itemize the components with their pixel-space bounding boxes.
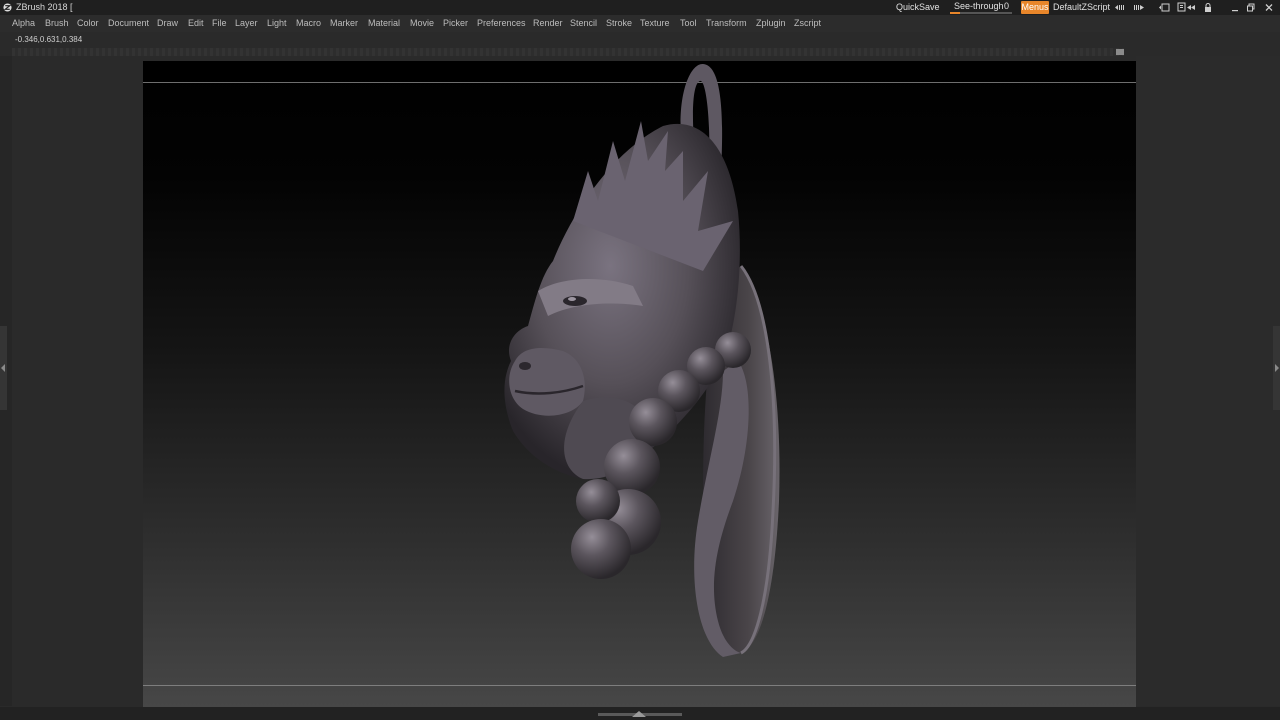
gorilla-sculpt-model[interactable] bbox=[143, 61, 1136, 707]
title-bar: ZBrush 2018 [ QuickSave See-through 0 Me… bbox=[0, 0, 1280, 15]
menu-texture[interactable]: Texture bbox=[640, 15, 670, 32]
menu-brush[interactable]: Brush bbox=[45, 15, 69, 32]
menu-transform[interactable]: Transform bbox=[706, 15, 747, 32]
menu-draw[interactable]: Draw bbox=[157, 15, 178, 32]
zbrush-window: ZBrush 2018 [ QuickSave See-through 0 Me… bbox=[0, 0, 1280, 720]
see-through-slider[interactable]: See-through 0 bbox=[950, 1, 1014, 14]
shelf-handle[interactable] bbox=[1116, 49, 1124, 55]
menus-toggle-button[interactable]: Menus bbox=[1021, 1, 1049, 14]
arrow-right-icon[interactable] bbox=[1133, 2, 1145, 13]
coordinates-bar: -0.346,0.631,0.384 bbox=[0, 32, 1280, 47]
menu-marker[interactable]: Marker bbox=[330, 15, 358, 32]
menu-render[interactable]: Render bbox=[533, 15, 563, 32]
lock-icon[interactable] bbox=[1202, 2, 1214, 13]
menu-zplugin[interactable]: Zplugin bbox=[756, 15, 786, 32]
chevron-left-icon bbox=[1, 364, 5, 372]
menu-light[interactable]: Light bbox=[267, 15, 287, 32]
menu-alpha[interactable]: Alpha bbox=[12, 15, 35, 32]
minimize-icon[interactable] bbox=[1229, 2, 1241, 13]
menu-picker[interactable]: Picker bbox=[443, 15, 468, 32]
chevron-right-icon bbox=[1275, 364, 1279, 372]
arrows-icon[interactable] bbox=[1183, 2, 1195, 13]
menu-stencil[interactable]: Stencil bbox=[570, 15, 597, 32]
document-canvas[interactable] bbox=[143, 61, 1136, 707]
main-menu-bar: Alpha Brush Color Document Draw Edit Fil… bbox=[0, 15, 1280, 32]
menu-macro[interactable]: Macro bbox=[296, 15, 321, 32]
menu-edit[interactable]: Edit bbox=[188, 15, 204, 32]
menu-preferences[interactable]: Preferences bbox=[477, 15, 526, 32]
menu-file[interactable]: File bbox=[212, 15, 227, 32]
menu-stroke[interactable]: Stroke bbox=[606, 15, 632, 32]
right-tray-toggle[interactable] bbox=[1273, 326, 1280, 410]
default-zscript-button[interactable]: DefaultZScript bbox=[1053, 0, 1110, 15]
see-through-fill bbox=[950, 12, 960, 14]
left-tray-toggle[interactable] bbox=[0, 326, 7, 410]
zbrush-logo-icon bbox=[3, 3, 12, 12]
menu-layer[interactable]: Layer bbox=[235, 15, 258, 32]
restore-icon[interactable] bbox=[1245, 2, 1257, 13]
quicksave-button[interactable]: QuickSave bbox=[896, 0, 940, 15]
close-icon[interactable] bbox=[1263, 2, 1275, 13]
layout-icon[interactable] bbox=[1158, 2, 1170, 13]
menu-color[interactable]: Color bbox=[77, 15, 99, 32]
menu-tool[interactable]: Tool bbox=[680, 15, 697, 32]
menu-zscript[interactable]: Zscript bbox=[794, 15, 821, 32]
cursor-coordinates: -0.346,0.631,0.384 bbox=[15, 35, 83, 44]
right-tray bbox=[1136, 56, 1280, 706]
arrow-left-right-icon[interactable] bbox=[1114, 2, 1126, 13]
chevron-up-down-icon[interactable] bbox=[632, 711, 646, 718]
menu-material[interactable]: Material bbox=[368, 15, 400, 32]
top-shelf bbox=[12, 48, 1124, 56]
menu-document[interactable]: Document bbox=[108, 15, 149, 32]
window-title: ZBrush 2018 [ bbox=[16, 2, 73, 12]
menu-movie[interactable]: Movie bbox=[410, 15, 434, 32]
